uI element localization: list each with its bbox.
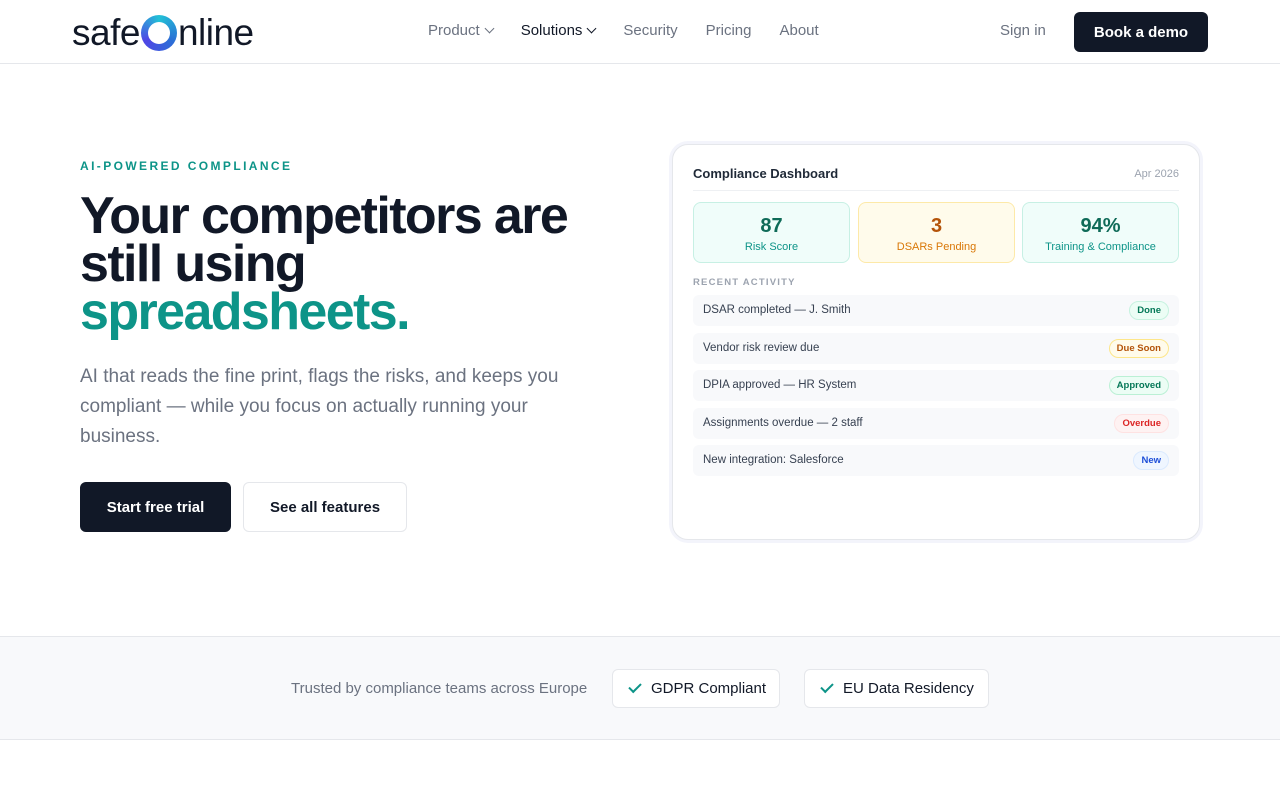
activity-text: Vendor risk review due [703,342,820,354]
trust-text: Trusted by compliance teams across Europ… [291,680,588,697]
logo-text-right: nline [177,11,254,53]
nav-solutions[interactable]: Solutions [520,22,597,39]
nav-product[interactable]: Product [428,22,495,39]
sign-in-link[interactable]: Sign in [1000,22,1046,39]
hero-subtext: AI that reads the fine print, flags the … [80,366,559,447]
book-demo-button[interactable]: Book a demo [1074,12,1208,52]
activity-text: DSAR completed — J. Smith [703,304,851,316]
stat-risk-score: 87 Risk Score [693,202,850,263]
activity-item: DSAR completed — J. Smith Done [693,295,1179,326]
headline-accent: spreadsheets. [80,283,411,341]
status-badge: Overdue [1114,414,1169,433]
trust-badge-label: GDPR Compliant [651,680,767,697]
status-badge: Done [1129,301,1169,320]
eu-data-residency-badge: EU Data Residency [804,669,989,708]
stat-training-compliance: 94% Training & Compliance [1022,202,1179,263]
trust-band: Trusted by compliance teams across Europ… [0,636,1280,740]
activity-item: DPIA approved — HR System Approved [693,370,1179,401]
status-badge: Due Soon [1108,339,1169,358]
dashboard-title: Compliance Dashboard [693,166,839,181]
gdpr-compliant-badge: GDPR Compliant [612,669,780,708]
logo-ring-icon [140,15,177,51]
hero-eyebrow: AI-POWERED COMPLIANCE [80,159,293,173]
top-navigation: safe nline Product Solutions Security Pri… [0,0,1280,64]
activity-item: Vendor risk review due Due Soon [693,333,1179,364]
main-menu: Product Solutions Security Pricing About [428,22,819,39]
logo[interactable]: safe nline [72,12,254,52]
stat-value: 94% [1080,215,1121,237]
nav-pricing[interactable]: Pricing [706,22,752,39]
activity-item: Assignments overdue — 2 staff Overdue [693,408,1179,439]
nav-security[interactable]: Security [623,22,677,39]
dashboard-date: Apr 2026 [1134,168,1179,180]
dashboard-header: Compliance Dashboard Apr 2026 [693,165,1179,191]
start-free-trial-button[interactable]: Start free trial [80,482,231,532]
stat-label: Risk Score [744,241,799,253]
stat-label: Training & Compliance [1045,241,1156,253]
chevron-down-icon [586,23,597,34]
activity-text: Assignments overdue — 2 staff [703,417,863,429]
stat-dsars-pending: 3 DSARs Pending [858,202,1015,263]
activity-item: New integration: Salesforce New [693,445,1179,476]
chevron-down-icon [484,23,495,34]
nav-about[interactable]: About [779,22,818,39]
stat-value: 87 [760,215,783,237]
status-badge: Approved [1108,376,1169,395]
check-icon [628,679,642,694]
stat-value: 3 [930,215,943,237]
check-icon [820,679,834,694]
activity-text: New integration: Salesforce [703,454,844,466]
hero-headline: Your competitors are still using spreads… [80,190,620,338]
trust-badge-label: EU Data Residency [843,680,974,697]
dashboard-preview-card: Compliance Dashboard Apr 2026 87 Risk Sc… [672,144,1200,540]
status-badge: New [1133,451,1169,470]
nav-security-label: Security [623,22,678,39]
activity-text: DPIA approved — HR System [703,379,857,391]
nav-about-label: About [779,22,819,39]
logo-text-left: safe [72,11,140,53]
nav-pricing-label: Pricing [705,22,752,39]
recent-activity-label: RECENT ACTIVITY [693,277,796,288]
nav-solutions-label: Solutions [520,22,583,39]
nav-product-label: Product [428,22,480,39]
stat-label: DSARs Pending [896,241,977,253]
see-all-features-button[interactable]: See all features [243,482,407,532]
